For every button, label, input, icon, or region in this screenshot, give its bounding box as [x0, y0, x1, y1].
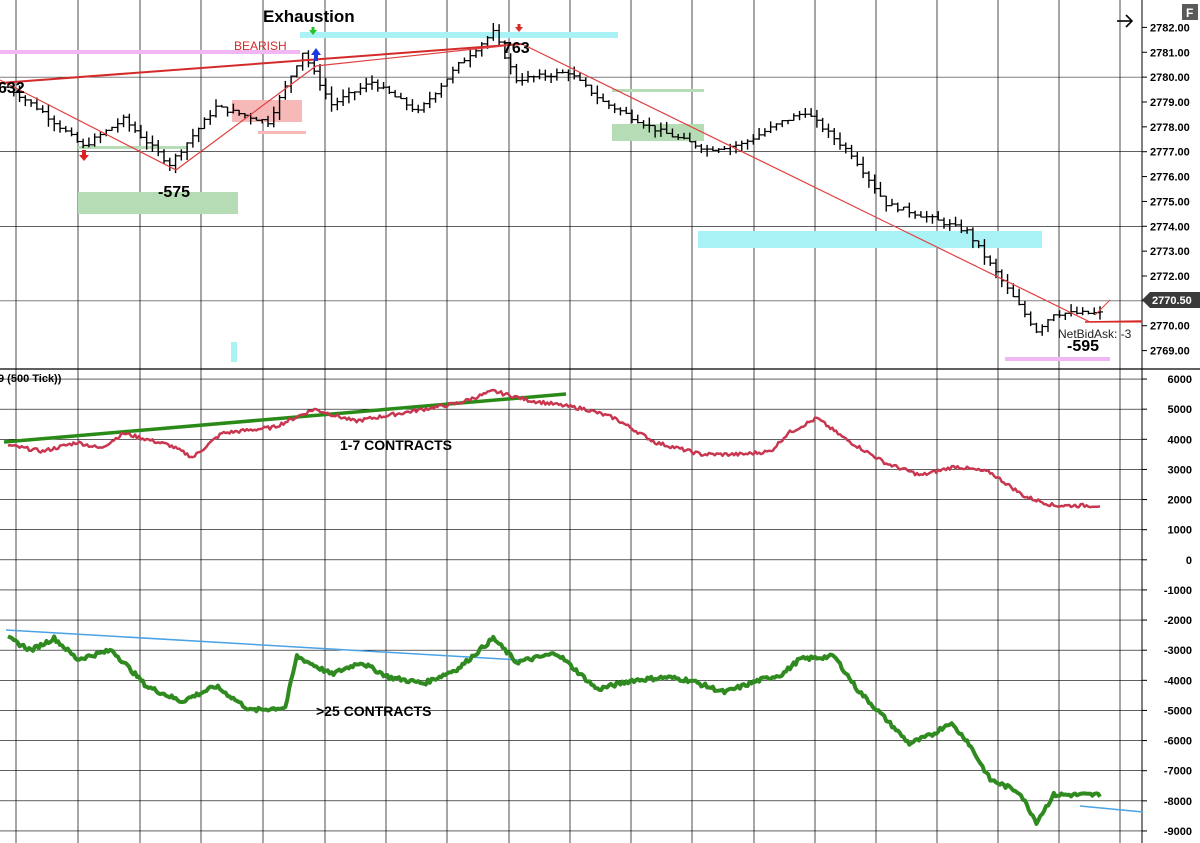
- ind-tick-label-2: 4000: [1168, 434, 1192, 446]
- zone-green-line-2: [612, 89, 704, 92]
- price-tick-label-4: 2778.00: [1150, 122, 1190, 134]
- chart-background: [0, 0, 1200, 843]
- price-tick-label-5: 2777.00: [1150, 147, 1190, 159]
- trading-chart: 2782.00 2781.00 2780.00 2779.00 2778.00 2777.…: [0, 0, 1200, 843]
- ind-tick-label-6: 0: [1186, 555, 1192, 567]
- price-tick-label-7: 2775.00: [1150, 196, 1190, 208]
- price-tick-label-2: 2780.00: [1150, 72, 1190, 84]
- current-price-label: 2770.50: [1152, 295, 1192, 307]
- ind-tick-label-15: -9000: [1164, 826, 1192, 838]
- price-tick-label-6: 2776.00: [1150, 172, 1190, 184]
- indicator-title: 9 (500 Tick)): [0, 373, 62, 385]
- zone-red-1: [232, 100, 302, 122]
- swing-label-1: -575: [158, 184, 190, 201]
- price-tick-label-0: 2782.00: [1150, 22, 1190, 34]
- price-tick-label-10: 2772.00: [1150, 271, 1190, 283]
- ind-tick-label-0: 6000: [1168, 374, 1192, 386]
- swing-label-0: 632: [0, 80, 25, 97]
- price-tick-label-9: 2773.00: [1150, 246, 1190, 258]
- ind-tick-label-3: 3000: [1168, 464, 1192, 476]
- price-tick-label-8: 2774.00: [1150, 221, 1190, 233]
- swing-label-2: 763: [503, 40, 530, 57]
- zone-cyan-small: [231, 342, 237, 362]
- price-tick-label-1: 2781.00: [1150, 47, 1190, 59]
- price-tick-label-12: 2770.00: [1150, 321, 1190, 333]
- ind-tick-label-14: -8000: [1164, 796, 1192, 808]
- price-tick-label-3: 2779.00: [1150, 97, 1190, 109]
- ind-tick-label-4: 2000: [1168, 495, 1192, 507]
- signal-label-bearish: BEARISH: [234, 39, 287, 53]
- zone-cyan-mid: [698, 231, 1042, 248]
- current-price-flag: 2770.50: [1142, 292, 1200, 308]
- series-label-small: 1-7 CONTRACTS: [340, 437, 452, 453]
- corner-f-label: F: [1186, 6, 1193, 20]
- series-label-large: >25 CONTRACTS: [316, 703, 432, 719]
- ind-tick-label-1: 5000: [1168, 404, 1192, 416]
- zone-cyan-top: [300, 32, 618, 38]
- netbidask-label: NetBidAsk: -3: [1058, 327, 1132, 341]
- ind-tick-label-12: -6000: [1164, 736, 1192, 748]
- ind-tick-label-9: -3000: [1164, 645, 1192, 657]
- zone-red-line: [258, 131, 306, 134]
- chart-title: Exhaustion: [263, 7, 355, 26]
- ind-tick-label-10: -4000: [1164, 675, 1192, 687]
- ind-tick-label-8: -2000: [1164, 615, 1192, 627]
- trendline-bottom-red: [1084, 320, 1143, 323]
- ind-tick-label-7: -1000: [1164, 585, 1192, 597]
- scroll-right-button[interactable]: [1112, 10, 1138, 32]
- corner-f-button[interactable]: F: [1182, 4, 1198, 20]
- ind-tick-label-5: 1000: [1168, 525, 1192, 537]
- zone-magenta-bottom: [1005, 357, 1110, 361]
- price-tick-label-13: 2769.00: [1150, 346, 1190, 358]
- ind-tick-label-11: -5000: [1164, 705, 1192, 717]
- ind-tick-label-13: -7000: [1164, 766, 1192, 778]
